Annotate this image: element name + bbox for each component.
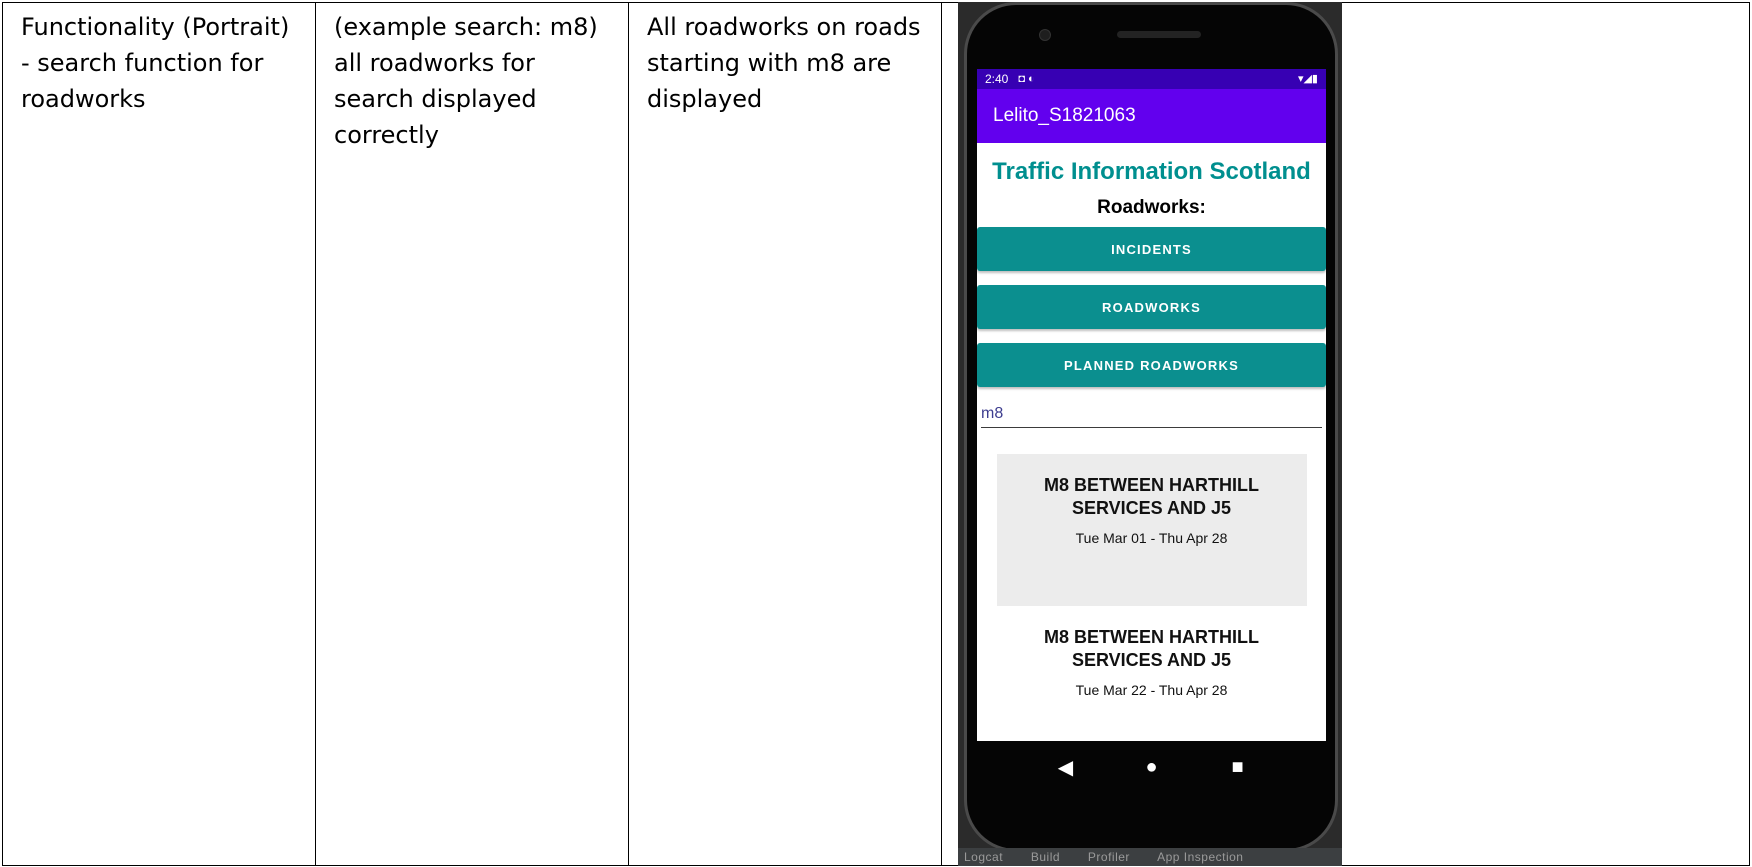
results-list: M8 BETWEEN HARTHILL SERVICES AND J5 Tue … [977, 454, 1326, 716]
home-icon[interactable]: ● [1109, 756, 1195, 779]
phone-screen: 2:40 ◘ ◐ ▾◢▮ Lelito_S1821063 Traffic Inf… [977, 69, 1326, 741]
functionality-text: Functionality (Portrait) - search functi… [21, 13, 290, 113]
list-item[interactable]: M8 BETWEEN HARTHILL SERVICES AND J5 Tue … [996, 606, 1307, 716]
app-bar-title: Lelito_S1821063 [977, 89, 1326, 143]
ide-tab-build[interactable]: Build [1031, 850, 1060, 864]
ide-tab-app-inspection[interactable]: App Inspection [1157, 850, 1243, 864]
status-bar: 2:40 ◘ ◐ ▾◢▮ [977, 69, 1326, 89]
emulator-screenshot: 2:40 ◘ ◐ ▾◢▮ Lelito_S1821063 Traffic Inf… [958, 2, 1342, 866]
expected-result-text: All roadworks on roads starting with m8 … [647, 13, 921, 113]
notification-icons: ◘ ◐ [1018, 73, 1035, 85]
status-time: 2:40 [985, 72, 1009, 86]
expected-cell: All roadworks on roads starting with m8 … [628, 2, 942, 866]
camera-icon [1039, 29, 1051, 41]
signal-battery-icon: ▾◢▮ [1297, 73, 1318, 85]
back-icon[interactable]: ◀ [1023, 755, 1109, 780]
test-input-text: (example search: m8) all roadworks for s… [334, 13, 598, 149]
table-row: Functionality (Portrait) - search functi… [2, 2, 1750, 866]
section-heading: Roadworks: [1097, 197, 1206, 218]
ide-tab-logcat[interactable]: Logcat [964, 850, 1003, 864]
test-table: Functionality (Portrait) - search functi… [2, 2, 1750, 866]
search-input[interactable]: m8 [981, 401, 1322, 428]
list-item[interactable]: M8 BETWEEN HARTHILL SERVICES AND J5 Tue … [996, 454, 1307, 606]
result-title: M8 BETWEEN HARTHILL SERVICES AND J5 [1044, 475, 1259, 518]
planned-roadworks-button[interactable]: PLANNED ROADWORKS [977, 343, 1326, 387]
recents-icon[interactable]: ■ [1195, 756, 1281, 779]
functionality-cell: Functionality (Portrait) - search functi… [2, 2, 316, 866]
incidents-button[interactable]: INCIDENTS [977, 227, 1326, 271]
empty-cell [1330, 2, 1750, 866]
nav-bar: ◀ ● ■ [977, 741, 1326, 793]
ide-tool-tabs: Logcat Build Profiler App Inspection [958, 848, 1342, 866]
ide-tab-profiler[interactable]: Profiler [1088, 850, 1130, 864]
app-title: Traffic Information Scotland [992, 158, 1311, 185]
input-cell: (example search: m8) all roadworks for s… [315, 2, 629, 866]
result-title: M8 BETWEEN HARTHILL SERVICES AND J5 [1044, 627, 1259, 670]
speaker-grille [1117, 31, 1201, 38]
result-dates: Tue Mar 01 - Thu Apr 28 [1075, 530, 1228, 546]
roadworks-button[interactable]: ROADWORKS [977, 285, 1326, 329]
result-dates: Tue Mar 22 - Thu Apr 28 [1075, 682, 1228, 698]
